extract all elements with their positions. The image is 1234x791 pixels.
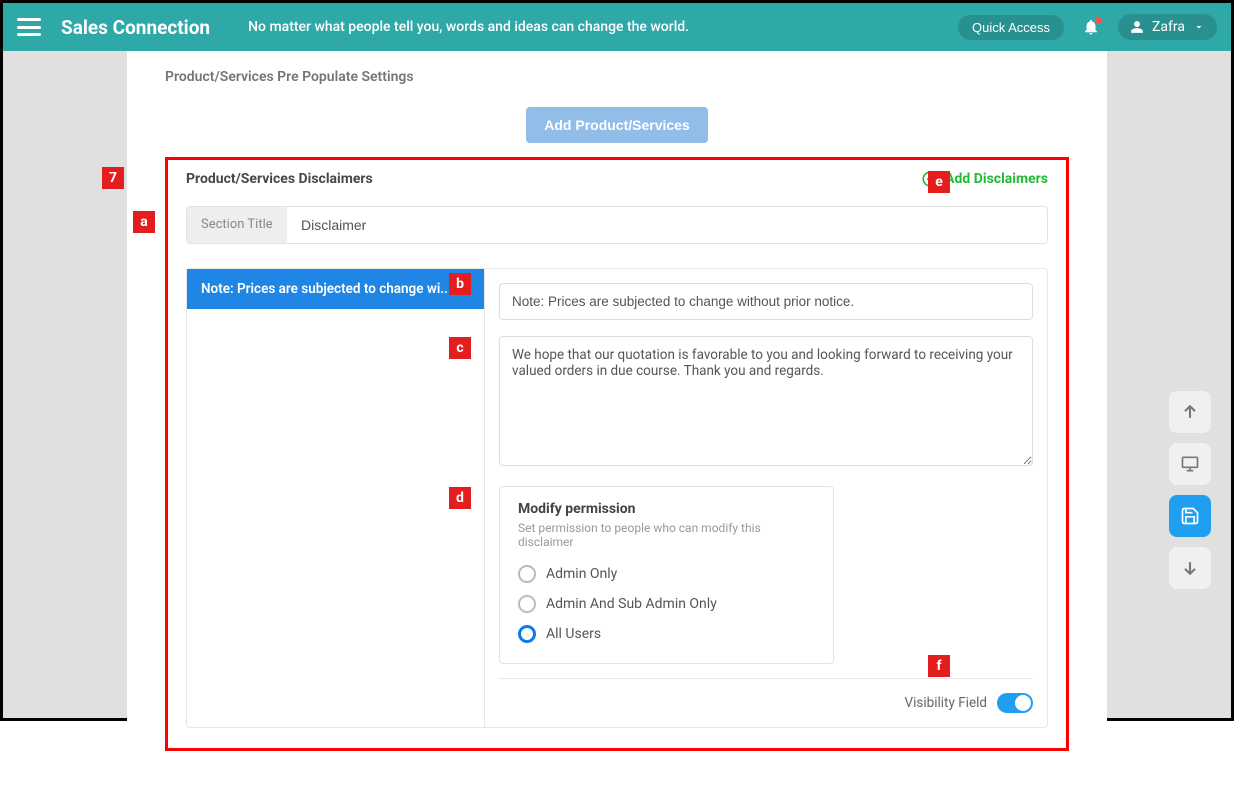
disclaimer-note-input[interactable]: [499, 283, 1033, 320]
scroll-down-button[interactable]: [1169, 547, 1211, 589]
add-disclaimers-label: Add Disclaimers: [945, 171, 1048, 187]
visibility-toggle[interactable]: [997, 693, 1033, 713]
permission-option-admin-subadmin[interactable]: Admin And Sub Admin Only: [518, 589, 815, 619]
page-body: Product/Services Pre Populate Settings A…: [3, 51, 1231, 718]
user-icon: [1130, 20, 1144, 34]
permission-option-admin-only[interactable]: Admin Only: [518, 559, 815, 589]
annotation-tag-7: 7: [102, 167, 124, 189]
disclaimer-tabs: Note: Prices are subjected to change wi.…: [187, 269, 485, 727]
permission-option-label: All Users: [546, 626, 601, 642]
monitor-icon: [1180, 454, 1200, 474]
permission-option-label: Admin Only: [546, 566, 617, 582]
permission-option-label: Admin And Sub Admin Only: [546, 596, 717, 612]
arrow-up-icon: [1180, 402, 1200, 422]
save-button[interactable]: [1169, 495, 1211, 537]
fab-column: [1169, 391, 1211, 589]
permission-subtitle: Set permission to people who can modify …: [518, 521, 815, 549]
disclaimer-editor: Note: Prices are subjected to change wi.…: [186, 268, 1048, 728]
arrow-down-icon: [1180, 558, 1200, 578]
disclaimer-tab-active[interactable]: Note: Prices are subjected to change wi.…: [187, 269, 484, 309]
annotation-tag-a: a: [133, 211, 155, 233]
annotation-tag-b: b: [449, 273, 471, 295]
section-title-input[interactable]: [287, 207, 1047, 243]
brand-title: Sales Connection: [61, 16, 210, 39]
radio-icon: [518, 595, 536, 613]
pre-populate-heading: Product/Services Pre Populate Settings: [165, 69, 1069, 85]
add-product-services-button[interactable]: Add Product/Services: [526, 107, 708, 143]
save-icon: [1180, 506, 1200, 526]
visibility-row: Visibility Field: [499, 678, 1033, 713]
header-motto: No matter what people tell you, words an…: [248, 19, 689, 35]
radio-icon: [518, 565, 536, 583]
scroll-up-button[interactable]: [1169, 391, 1211, 433]
menu-icon[interactable]: [17, 18, 41, 36]
permission-title: Modify permission: [518, 501, 815, 517]
annotation-tag-e: e: [928, 171, 950, 193]
annotation-tag-f: f: [928, 655, 950, 677]
user-name: Zafra: [1152, 19, 1185, 35]
notifications-button[interactable]: [1082, 18, 1100, 36]
settings-card: Product/Services Pre Populate Settings A…: [127, 51, 1107, 791]
annotation-tag-d: d: [449, 487, 471, 509]
visibility-label: Visibility Field: [904, 695, 987, 711]
app-header: Sales Connection No matter what people t…: [3, 3, 1231, 51]
radio-selected-icon: [518, 625, 536, 643]
disclaimer-body-textarea[interactable]: [499, 336, 1033, 466]
section-title-row: Section Title: [186, 206, 1048, 244]
disclaimers-heading: Product/Services Disclaimers: [186, 171, 373, 187]
annotation-tag-c: c: [449, 337, 471, 359]
permission-option-all-users[interactable]: All Users: [518, 619, 815, 649]
notification-dot-icon: [1095, 17, 1102, 24]
user-menu[interactable]: Zafra: [1118, 14, 1217, 40]
quick-access-button[interactable]: Quick Access: [958, 15, 1064, 40]
section-title-label: Section Title: [187, 207, 287, 243]
modify-permission-box: Modify permission Set permission to peop…: [499, 486, 834, 664]
preview-button[interactable]: [1169, 443, 1211, 485]
chevron-down-icon: [1193, 21, 1205, 33]
